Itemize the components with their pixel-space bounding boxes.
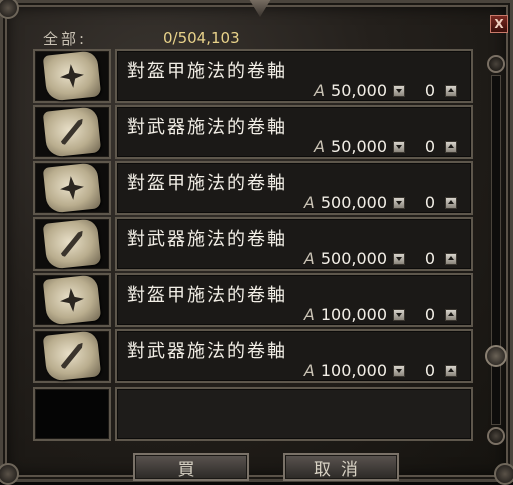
empty-icon-slot: [33, 387, 111, 441]
armor-scroll-icon: [42, 274, 102, 326]
empty-list-item: [33, 387, 473, 441]
quantity-increase-button[interactable]: [445, 84, 457, 97]
price-line: A 50,000 0: [314, 137, 457, 156]
quantity-decrease-button[interactable]: [393, 252, 405, 265]
item-info[interactable]: 對盔甲施法的卷軸 A 500,000 0: [115, 161, 473, 215]
quantity-value[interactable]: 0: [411, 137, 439, 156]
close-button[interactable]: X: [490, 15, 508, 33]
quantity-decrease-button[interactable]: [393, 308, 405, 321]
item-price: 100,000: [320, 361, 387, 380]
list-item[interactable]: 對武器施法的卷軸 A 100,000 0: [33, 329, 473, 383]
quantity-decrease-button[interactable]: [393, 364, 405, 377]
empty-item-info: [115, 387, 473, 441]
buy-button[interactable]: 買: [133, 453, 249, 481]
quantity-decrease-button[interactable]: [393, 84, 405, 97]
scroll-up-button[interactable]: [487, 55, 505, 73]
list-item[interactable]: 對盔甲施法的卷軸 A 50,000 0: [33, 49, 473, 103]
quantity-increase-button[interactable]: [445, 252, 457, 265]
item-icon-slot[interactable]: [33, 273, 111, 327]
item-info[interactable]: 對盔甲施法的卷軸 A 50,000 0: [115, 49, 473, 103]
item-price: 500,000: [320, 249, 387, 268]
armor-scroll-icon: [42, 50, 102, 102]
adena-icon: A: [303, 249, 315, 268]
adena-icon: A: [303, 193, 315, 212]
list-item[interactable]: 對盔甲施法的卷軸 A 500,000 0: [33, 161, 473, 215]
shop-window: X 全部: 0/504,103 對盔甲施法的卷軸 A 50,000 0 對武器施…: [0, 0, 513, 485]
item-icon-slot[interactable]: [33, 49, 111, 103]
weapon-scroll-icon: [42, 330, 102, 382]
price-line: A 50,000 0: [314, 81, 457, 100]
top-crest-ornament: [249, 0, 271, 17]
item-info[interactable]: 對武器施法的卷軸 A 500,000 0: [115, 217, 473, 271]
weapon-scroll-icon: [42, 218, 102, 270]
adena-icon: A: [303, 305, 315, 324]
quantity-decrease-button[interactable]: [393, 196, 405, 209]
total-money-row: 全部: 0/504,103: [43, 27, 240, 49]
scroll-track[interactable]: [491, 75, 501, 425]
quantity-value[interactable]: 0: [411, 305, 439, 324]
cancel-button[interactable]: 取消: [283, 453, 399, 481]
quantity-value[interactable]: 0: [411, 361, 439, 380]
item-price: 500,000: [320, 193, 387, 212]
scroll-thumb[interactable]: [485, 345, 507, 367]
item-name: 對武器施法的卷軸: [127, 117, 287, 138]
item-name: 對武器施法的卷軸: [127, 229, 287, 250]
item-price: 100,000: [320, 305, 387, 324]
weapon-scroll-icon: [42, 106, 102, 158]
item-price: 50,000: [331, 81, 387, 100]
item-icon-slot[interactable]: [33, 161, 111, 215]
adena-icon: A: [303, 361, 315, 380]
price-line: A 500,000 0: [304, 193, 457, 212]
item-name: 對盔甲施法的卷軸: [127, 285, 287, 306]
item-price: 50,000: [331, 137, 387, 156]
quantity-value[interactable]: 0: [411, 81, 439, 100]
quantity-increase-button[interactable]: [445, 364, 457, 377]
adena-icon: A: [314, 137, 326, 156]
item-info[interactable]: 對盔甲施法的卷軸 A 100,000 0: [115, 273, 473, 327]
item-info[interactable]: 對武器施法的卷軸 A 50,000 0: [115, 105, 473, 159]
scrollbar[interactable]: [485, 55, 507, 445]
item-icon-slot[interactable]: [33, 329, 111, 383]
item-info[interactable]: 對武器施法的卷軸 A 100,000 0: [115, 329, 473, 383]
list-item[interactable]: 對武器施法的卷軸 A 500,000 0: [33, 217, 473, 271]
price-line: A 500,000 0: [304, 249, 457, 268]
item-name: 對武器施法的卷軸: [127, 341, 287, 362]
item-name: 對盔甲施法的卷軸: [127, 173, 287, 194]
adena-icon: A: [314, 81, 326, 100]
item-name: 對盔甲施法的卷軸: [127, 61, 287, 82]
corner-ornament-icon: [0, 0, 19, 19]
item-icon-slot[interactable]: [33, 217, 111, 271]
list-item[interactable]: 對武器施法的卷軸 A 50,000 0: [33, 105, 473, 159]
total-money-label: 全部:: [43, 29, 88, 48]
item-icon-slot[interactable]: [33, 105, 111, 159]
quantity-increase-button[interactable]: [445, 140, 457, 153]
quantity-increase-button[interactable]: [445, 196, 457, 209]
price-line: A 100,000 0: [304, 305, 457, 324]
scroll-down-button[interactable]: [487, 427, 505, 445]
total-money-value: 0/504,103: [163, 29, 240, 47]
list-item[interactable]: 對盔甲施法的卷軸 A 100,000 0: [33, 273, 473, 327]
quantity-increase-button[interactable]: [445, 308, 457, 321]
armor-scroll-icon: [42, 162, 102, 214]
quantity-decrease-button[interactable]: [393, 140, 405, 153]
quantity-value[interactable]: 0: [411, 193, 439, 212]
quantity-value[interactable]: 0: [411, 249, 439, 268]
price-line: A 100,000 0: [304, 361, 457, 380]
